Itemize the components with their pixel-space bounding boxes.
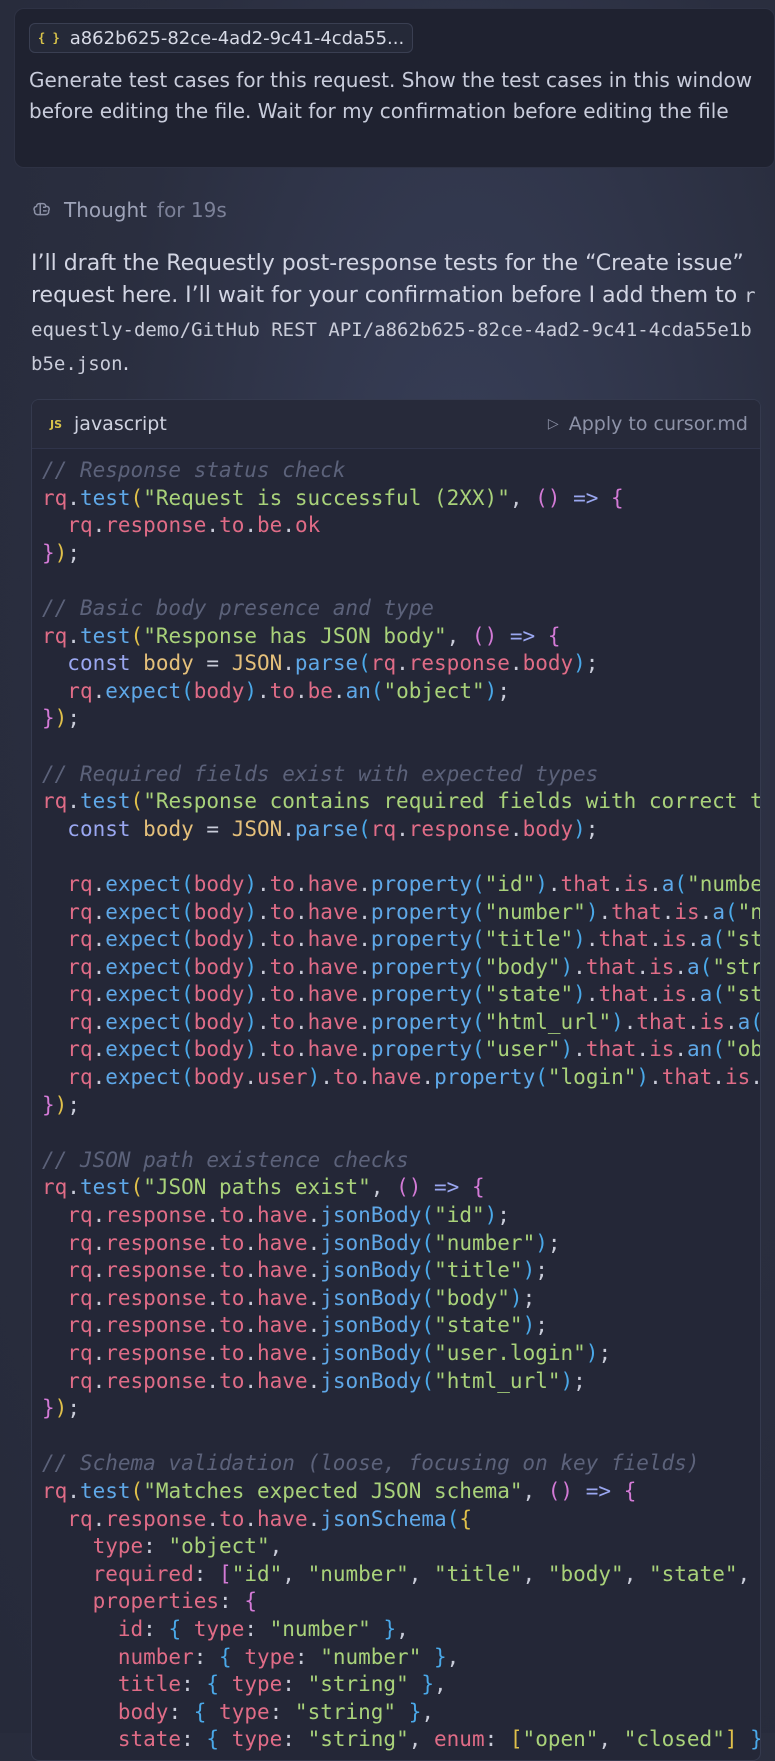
code-line: rq.response.to.have.jsonBody("id"); xyxy=(67,1203,510,1228)
apply-label: Apply to cursor.md xyxy=(568,413,748,435)
user-message-card: { } a862b625-82ce-4ad2-9c41-4cda55... Ge… xyxy=(14,8,775,168)
thought-toggle[interactable]: Thought for 19s xyxy=(32,198,227,222)
code-line: title: { type: "string" }, xyxy=(117,1672,447,1697)
code-line: rq.response.to.have.jsonBody("state"); xyxy=(67,1313,548,1338)
json-file-icon: { } xyxy=(38,31,60,45)
code-line: rq.test("Response contains required fiel… xyxy=(42,789,760,814)
code-line: rq.response.to.have.jsonBody("number"); xyxy=(67,1230,561,1255)
language-label: javascript xyxy=(74,413,167,435)
apply-to-file-button[interactable]: ▷ Apply to cursor.md xyxy=(548,413,748,435)
code-line: const body = JSON.parse(rq.response.body… xyxy=(67,816,599,841)
brain-icon xyxy=(33,202,50,216)
code-line: properties: { xyxy=(92,1589,257,1614)
language-indicator: JS javascript xyxy=(50,413,167,435)
code-line: id: { type: "number" }, xyxy=(117,1616,409,1641)
code-line: rq.expect(body).to.have.property("html_u… xyxy=(67,1009,760,1034)
code-content: // Response status check rq.test("Request… xyxy=(32,449,760,1754)
code-line: // Schema validation (loose, focusing on… xyxy=(42,1451,700,1476)
code-line: }); xyxy=(42,1396,80,1421)
code-line: rq.test("JSON paths exist", () => { xyxy=(42,1175,485,1200)
reply-suffix: . xyxy=(122,351,130,376)
javascript-icon: JS xyxy=(50,417,63,431)
code-line: // Response status check xyxy=(42,458,346,482)
code-line: // Basic body presence and type xyxy=(42,595,434,620)
code-line: rq.response.to.have.jsonBody("user.login… xyxy=(67,1341,612,1365)
code-line: }); xyxy=(42,540,80,565)
code-block: JS javascript ▷ Apply to cursor.md // Re… xyxy=(31,399,761,1761)
assistant-reply: I’ll draft the Requestly post-response t… xyxy=(31,248,761,381)
code-line: state: { type: "string", enum: ["open", … xyxy=(117,1727,760,1752)
code-line: rq.response.to.be.ok xyxy=(67,513,321,538)
code-line: number: { type: "number" }, xyxy=(117,1644,460,1669)
thought-label: Thought xyxy=(64,198,148,222)
file-chip-label: a862b625-82ce-4ad2-9c41-4cda55... xyxy=(69,27,405,49)
file-context-chip[interactable]: { } a862b625-82ce-4ad2-9c41-4cda55... xyxy=(29,23,414,53)
code-line: rq.expect(body).to.have.property("state"… xyxy=(67,982,760,1007)
code-line: rq.response.to.have.jsonBody("title"); xyxy=(67,1258,548,1283)
code-line: rq.test("Response has JSON body", () => … xyxy=(42,623,561,648)
thought-duration: for 19s xyxy=(157,198,227,222)
code-line: // JSON path existence checks xyxy=(42,1147,409,1172)
code-line: body: { type: "string" }, xyxy=(117,1699,435,1724)
code-line: }); xyxy=(42,1092,80,1117)
code-line: rq.expect(body.user).to.have.property("l… xyxy=(67,1065,760,1090)
code-line: rq.expect(body).to.have.property("body")… xyxy=(67,954,760,979)
reply-text: I’ll draft the Requestly post-response t… xyxy=(31,251,744,308)
code-line: type: "object", xyxy=(92,1534,283,1559)
code-line: rq.response.to.have.jsonBody("body"); xyxy=(67,1285,536,1310)
code-line: // Required fields exist with expected t… xyxy=(42,761,599,786)
user-prompt-text: Generate test cases for this request. Sh… xyxy=(29,68,753,123)
code-line: rq.expect(body).to.be.an("object"); xyxy=(67,678,510,703)
code-line: rq.expect(body).to.have.property("number… xyxy=(67,899,760,924)
code-line: rq.response.to.have.jsonBody("html_url")… xyxy=(67,1368,586,1393)
code-line: rq.test("Request is successful (2XX)", (… xyxy=(42,485,624,510)
code-block-header: JS javascript ▷ Apply to cursor.md xyxy=(32,400,760,449)
code-line: }); xyxy=(42,706,80,731)
code-line: rq.expect(body).to.have.property("title"… xyxy=(67,927,760,952)
code-line: rq.test("Matches expected JSON schema", … xyxy=(42,1478,637,1503)
code-line: rq.expect(body).to.have.property("user")… xyxy=(67,1037,760,1062)
play-icon: ▷ xyxy=(547,416,559,432)
code-line: const body = JSON.parse(rq.response.body… xyxy=(67,651,599,676)
code-line: required: ["id", "number", "title", "bod… xyxy=(92,1561,751,1586)
code-line: rq.expect(body).to.have.property("id").t… xyxy=(67,871,760,896)
code-line: rq.response.to.have.jsonSchema({ xyxy=(67,1506,472,1531)
